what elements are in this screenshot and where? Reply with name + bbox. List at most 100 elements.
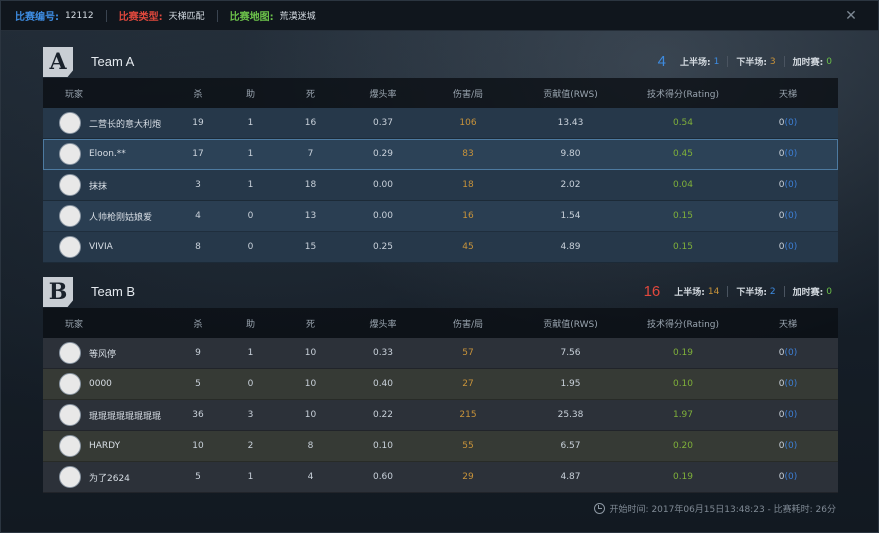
deaths: 10 xyxy=(304,379,317,389)
player-row[interactable]: VIVIA 8 0 15 0.25 45 4.89 0.15 0(0) xyxy=(43,232,838,263)
deaths: 18 xyxy=(304,180,317,190)
kills: 9 xyxy=(195,348,201,358)
rating: 0.54 xyxy=(672,118,694,128)
title-divider xyxy=(216,9,218,22)
rws: 25.38 xyxy=(557,410,584,420)
kills: 19 xyxy=(192,118,204,128)
deaths: 8 xyxy=(307,441,314,451)
first-half-label: 上半场: xyxy=(674,288,705,298)
avatar[interactable] xyxy=(59,112,81,134)
first-half-label: 上半场: xyxy=(679,58,711,68)
avatar[interactable] xyxy=(59,174,81,196)
rating: 0.20 xyxy=(672,441,694,451)
col-ladder: 天梯 xyxy=(778,319,797,330)
table-header: 玩家 杀 助 死 爆头率 伤害/局 贡献值(RWS) 技术得分(Rating) … xyxy=(43,78,838,108)
player-name[interactable]: 二营长的意大利炮 xyxy=(89,117,161,130)
player-name[interactable]: 0000 xyxy=(89,379,112,389)
ladder-change: (0) xyxy=(784,180,798,190)
title-bar: 比赛编号: 12112 比赛类型: 天梯匹配 比赛地图: 荒漠迷城 ✕ xyxy=(1,1,878,31)
headshot-rate: 0.00 xyxy=(372,211,394,221)
table-header: 玩家 杀 助 死 爆头率 伤害/局 贡献值(RWS) 技术得分(Rating) … xyxy=(43,308,838,338)
player-row[interactable]: 等风停 9 1 10 0.33 57 7.56 0.19 0(0) xyxy=(43,338,838,369)
headshot-rate: 0.29 xyxy=(372,149,394,159)
damage-per-round: 83 xyxy=(462,149,474,159)
player-name[interactable]: 琨琨琨琨琨琨琨琨 xyxy=(89,409,161,422)
col-rating: 技术得分(Rating) xyxy=(646,89,720,100)
player-name[interactable]: VIVIA xyxy=(89,242,113,252)
player-row[interactable]: 人帅枪刚姑娘爱 4 0 13 0.00 16 1.54 0.15 0(0) xyxy=(43,201,838,232)
player-cell: 为了2624 xyxy=(43,466,173,488)
player-row[interactable]: 二营长的意大利炮 19 1 16 0.37 106 13.43 0.54 0(0) xyxy=(43,108,838,139)
ladder-change: (0) xyxy=(784,211,798,221)
player-row[interactable]: 抹抹 3 1 18 0.00 18 2.02 0.04 0(0) xyxy=(43,170,838,201)
player-row[interactable]: Eloon.** 17 1 7 0.29 83 9.80 0.45 0(0) xyxy=(43,139,838,170)
avatar[interactable] xyxy=(59,404,81,426)
match-id-label: 比赛编号: xyxy=(15,12,59,23)
close-icon[interactable]: ✕ xyxy=(844,9,858,23)
avatar[interactable] xyxy=(59,373,81,395)
player-cell: 抹抹 xyxy=(43,174,173,196)
rws: 9.80 xyxy=(560,149,581,159)
assists: 1 xyxy=(247,472,254,482)
team-a-table: 玩家 杀 助 死 爆头率 伤害/局 贡献值(RWS) 技术得分(Rating) … xyxy=(43,78,838,263)
assists: 2 xyxy=(247,441,254,451)
damage-per-round: 27 xyxy=(462,379,474,389)
assists: 3 xyxy=(247,410,254,420)
player-name[interactable]: 抹抹 xyxy=(89,179,107,192)
team-b-second-half: 2 xyxy=(769,286,776,297)
headshot-rate: 0.37 xyxy=(372,118,394,128)
player-row[interactable]: 为了2624 5 1 4 0.60 29 4.87 0.19 0(0) xyxy=(43,462,838,493)
col-rws: 贡献值(RWS) xyxy=(543,89,598,100)
damage-per-round: 55 xyxy=(462,441,474,451)
avatar[interactable] xyxy=(59,236,81,258)
avatar[interactable] xyxy=(59,435,81,457)
ladder: 0(0) xyxy=(738,242,838,252)
kills: 5 xyxy=(195,379,201,389)
player-row[interactable]: 0000 5 0 10 0.40 27 1.95 0.10 0(0) xyxy=(43,369,838,400)
col-damage: 伤害/局 xyxy=(452,319,484,330)
ladder: 0(0) xyxy=(738,180,838,190)
clock-icon xyxy=(593,503,605,514)
ladder-change: (0) xyxy=(784,242,798,252)
score-divider xyxy=(783,56,785,67)
col-headshot: 爆头率 xyxy=(369,89,397,100)
team-a-second-half: 3 xyxy=(769,56,776,67)
col-kills: 杀 xyxy=(193,319,203,330)
player-cell: 等风停 xyxy=(43,342,173,364)
col-damage: 伤害/局 xyxy=(452,89,484,100)
ladder: 0(0) xyxy=(738,211,838,221)
player-row[interactable]: 琨琨琨琨琨琨琨琨 36 3 10 0.22 215 25.38 1.97 0(0) xyxy=(43,400,838,431)
damage-per-round: 57 xyxy=(462,348,474,358)
headshot-rate: 0.25 xyxy=(372,242,394,252)
assists: 1 xyxy=(247,180,254,190)
second-half-label: 下半场: xyxy=(736,288,767,298)
player-name[interactable]: 等风停 xyxy=(89,347,116,360)
deaths: 15 xyxy=(304,242,317,252)
team-b-header: B Team B 16 上半场: 14 下半场: 2 加时赛: 0 xyxy=(43,275,838,311)
player-row[interactable]: HARDY 10 2 8 0.10 55 6.57 0.20 0(0) xyxy=(43,431,838,462)
team-b-score: 16 上半场: 14 下半场: 2 加时赛: 0 xyxy=(644,283,832,300)
match-time-footer: 开始时间: 2017年06月15日13:48:23 - 比赛耗时: 26分 xyxy=(593,502,836,515)
deaths: 7 xyxy=(307,149,314,159)
avatar[interactable] xyxy=(59,205,81,227)
kills: 5 xyxy=(195,472,201,482)
rating: 1.97 xyxy=(672,410,694,420)
team-a-first-half: 1 xyxy=(713,56,720,67)
damage-per-round: 18 xyxy=(462,180,474,190)
col-assists: 助 xyxy=(245,89,255,100)
player-name[interactable]: 人帅枪刚姑娘爱 xyxy=(89,210,152,223)
player-cell: VIVIA xyxy=(43,236,173,258)
damage-per-round: 29 xyxy=(462,472,474,482)
avatar[interactable] xyxy=(59,143,81,165)
player-name[interactable]: HARDY xyxy=(89,441,120,451)
avatar[interactable] xyxy=(59,342,81,364)
avatar[interactable] xyxy=(59,466,81,488)
player-name[interactable]: Eloon.** xyxy=(89,149,126,159)
rws: 1.54 xyxy=(560,211,581,221)
player-cell: 二营长的意大利炮 xyxy=(43,112,173,134)
rating: 0.45 xyxy=(672,149,694,159)
player-name[interactable]: 为了2624 xyxy=(89,471,130,484)
col-deaths: 死 xyxy=(305,89,315,100)
overtime-label: 加时赛: xyxy=(792,288,824,298)
second-half-label: 下半场: xyxy=(736,58,767,68)
